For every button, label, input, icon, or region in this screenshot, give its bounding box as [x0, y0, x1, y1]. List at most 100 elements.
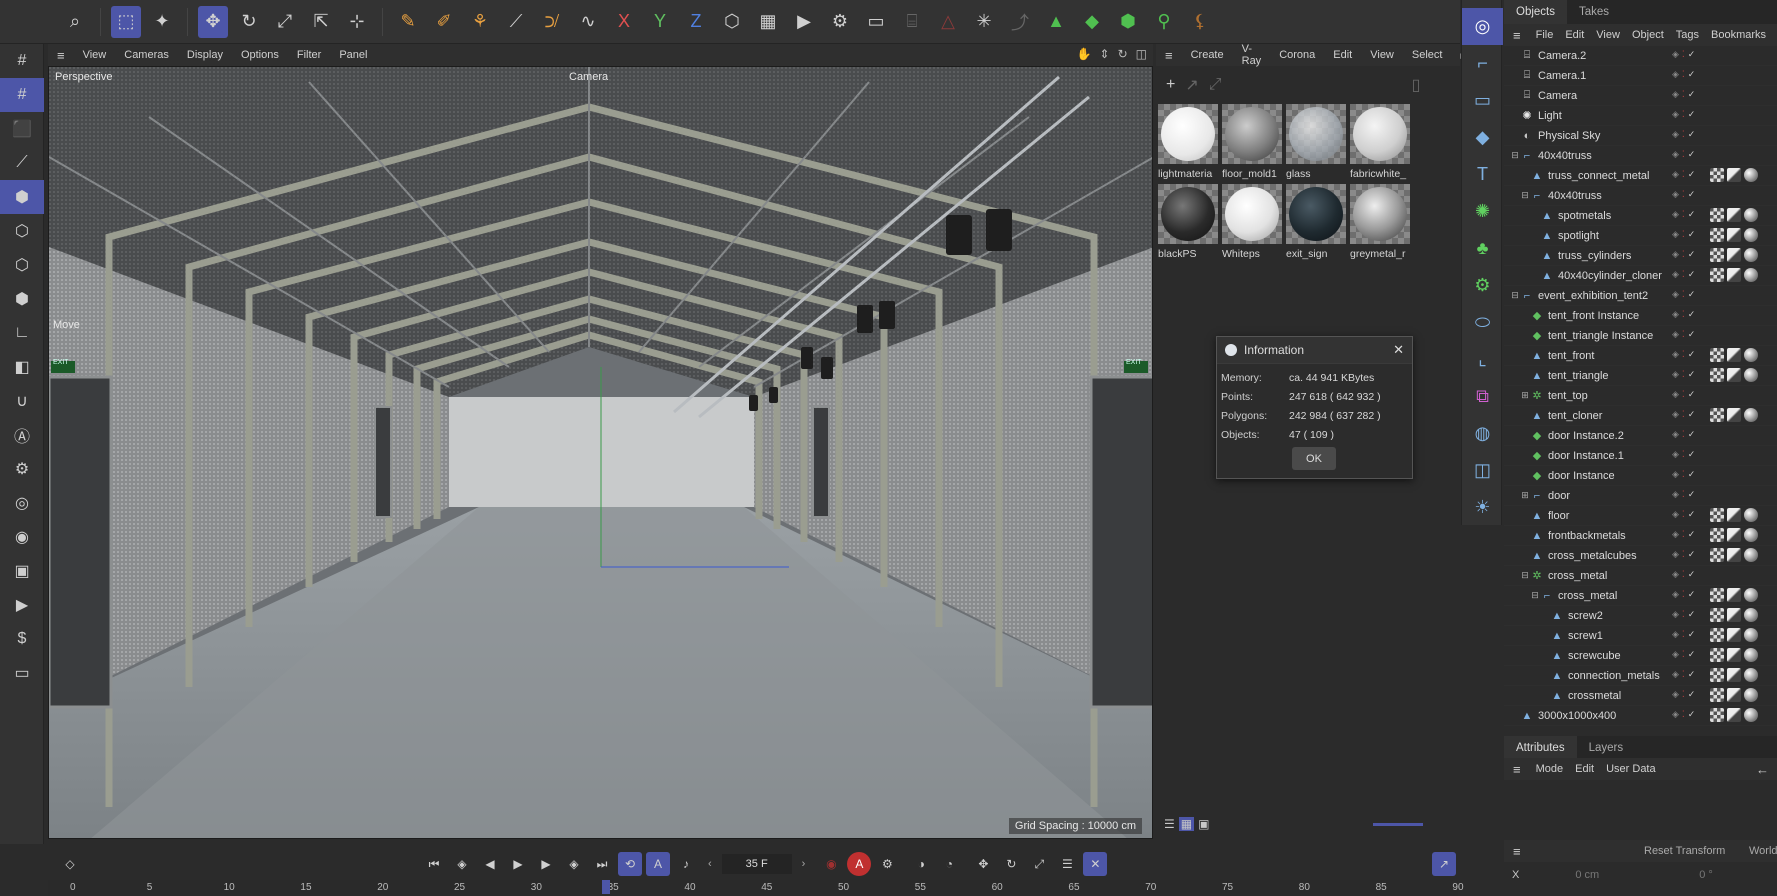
layer-icon[interactable]: ◈	[1672, 529, 1679, 540]
move-key-icon[interactable]: ✥	[971, 852, 995, 876]
enabled-check-icon[interactable]: ✓	[1688, 369, 1696, 380]
material-tag-icon[interactable]	[1744, 528, 1758, 542]
material-tag-icon[interactable]	[1744, 368, 1758, 382]
uvw-tag-icon[interactable]	[1727, 168, 1741, 182]
visibility-dots-icon[interactable]: ⁚	[1682, 709, 1685, 720]
visibility-dots-icon[interactable]: ⁚	[1682, 169, 1685, 180]
layer-icon[interactable]: ◈	[1672, 389, 1679, 400]
enabled-check-icon[interactable]: ✓	[1688, 69, 1696, 80]
joint-icon[interactable]: ⚸	[1185, 6, 1215, 38]
uvw-tag-icon[interactable]	[1727, 368, 1741, 382]
material-tag-icon[interactable]	[1744, 508, 1758, 522]
material-swatch[interactable]: greymetal_r	[1350, 184, 1412, 260]
material-menu-create[interactable]: Create	[1182, 49, 1233, 61]
visibility-flags[interactable]: ◈ ⁚ ✓	[1672, 329, 1695, 340]
rotate-key-icon[interactable]: ↻	[999, 852, 1023, 876]
solo-icon[interactable]: ◧	[0, 350, 44, 384]
attr-menu-user-data[interactable]: User Data	[1600, 763, 1662, 775]
brush-mode-icon[interactable]: ⟋	[0, 146, 44, 180]
object-row[interactable]: ▲ 40x40cylinder_cloner ◈ ⁚ ✓	[1504, 266, 1777, 286]
sketch-icon[interactable]: ✐	[429, 6, 459, 38]
cube-icon[interactable]: ◆	[1462, 119, 1503, 156]
layer-icon[interactable]: ◈	[1672, 149, 1679, 160]
visibility-dots-icon[interactable]: ⁚	[1682, 249, 1685, 260]
layer-icon[interactable]: ◈	[1672, 49, 1679, 60]
snapping-icon[interactable]: ✳	[969, 6, 999, 38]
layer-icon[interactable]: ◈	[1672, 69, 1679, 80]
object-row[interactable]: ▲ truss_cylinders ◈ ⁚ ✓	[1504, 246, 1777, 266]
layer-icon[interactable]: ◈	[1672, 109, 1679, 120]
visibility-flags[interactable]: ◈ ⁚ ✓	[1672, 229, 1695, 240]
visibility-flags[interactable]: ◈ ⁚ ✓	[1672, 189, 1695, 200]
expand-toggle-icon[interactable]: ⊞	[1520, 490, 1530, 501]
object-row[interactable]: ▲ floor ◈ ⁚ ✓	[1504, 506, 1777, 526]
om-menu-view[interactable]: View	[1590, 29, 1626, 41]
rotate-icon[interactable]: ↻	[234, 6, 264, 38]
texture-tag-icon[interactable]	[1710, 368, 1724, 382]
prev-key-icon[interactable]: ◈	[450, 852, 474, 876]
tab-objects[interactable]: Objects	[1504, 0, 1567, 24]
object-row[interactable]: ⊟ ⌐ event_exhibition_tent2 ◈ ⁚ ✓	[1504, 286, 1777, 306]
visibility-flags[interactable]: ◈ ⁚ ✓	[1672, 49, 1695, 60]
sound-icon[interactable]: ♪	[674, 852, 698, 876]
next-key-icon[interactable]: ◈	[562, 852, 586, 876]
material-swatch[interactable]: fabricwhite_	[1350, 104, 1412, 180]
next-frame-icon[interactable]: ▶	[534, 852, 558, 876]
environment-icon[interactable]: ◍	[1462, 415, 1503, 452]
material-tag-icon[interactable]	[1744, 628, 1758, 642]
object-row[interactable]: ▲ tent_front ◈ ⁚ ✓	[1504, 346, 1777, 366]
material-tag-icon[interactable]	[1744, 608, 1758, 622]
layer-icon[interactable]: ◈	[1672, 129, 1679, 140]
tab-layers[interactable]: Layers	[1577, 736, 1636, 760]
visibility-dots-icon[interactable]: ⁚	[1682, 329, 1685, 340]
layer-icon[interactable]: ◈	[1672, 249, 1679, 260]
scene-icon[interactable]: ⧉	[1462, 378, 1503, 415]
material-swatch[interactable]: lightmateria	[1158, 104, 1220, 180]
material-tag-icon[interactable]	[1744, 248, 1758, 262]
layer-icon[interactable]: ◈	[1672, 609, 1679, 620]
layer-icon[interactable]: ◈	[1672, 489, 1679, 500]
uvw-tag-icon[interactable]	[1727, 708, 1741, 722]
object-mode-icon[interactable]: ⬛	[0, 112, 44, 146]
visibility-flags[interactable]: ◈ ⁚ ✓	[1672, 549, 1695, 560]
magnet-icon[interactable]: ∪	[0, 384, 44, 418]
layer-icon[interactable]: ◈	[1672, 469, 1679, 480]
key-settings-icon[interactable]: ⚙	[875, 852, 899, 876]
key-lock-icon[interactable]: ◑	[909, 852, 933, 876]
material-tag-icon[interactable]	[1744, 648, 1758, 662]
visibility-dots-icon[interactable]: ⁚	[1682, 49, 1685, 60]
settings-icon[interactable]: ⚙	[0, 452, 44, 486]
key-tool-icon[interactable]: ◔	[937, 852, 961, 876]
visibility-flags[interactable]: ◈ ⁚ ✓	[1672, 669, 1695, 680]
spline-icon[interactable]: ⚘	[465, 6, 495, 38]
visibility-flags[interactable]: ◈ ⁚ ✓	[1672, 369, 1695, 380]
visibility-flags[interactable]: ◈ ⁚ ✓	[1672, 469, 1695, 480]
enabled-check-icon[interactable]: ✓	[1688, 589, 1696, 600]
hamburger-icon[interactable]: ≡	[1504, 844, 1530, 859]
maximize-icon[interactable]: ◫	[1136, 47, 1147, 61]
visibility-dots-icon[interactable]: ⁚	[1682, 269, 1685, 280]
enabled-check-icon[interactable]: ✓	[1688, 309, 1696, 320]
visibility-flags[interactable]: ◈ ⁚ ✓	[1672, 629, 1695, 640]
render-view-icon[interactable]: ▶	[789, 6, 819, 38]
frame-next-arrow-icon[interactable]: ›	[802, 858, 806, 870]
enabled-check-icon[interactable]: ✓	[1688, 189, 1696, 200]
folder-icon[interactable]: ▭	[0, 656, 44, 690]
attr-menu-mode[interactable]: Mode	[1530, 763, 1570, 775]
enabled-check-icon[interactable]: ✓	[1688, 549, 1696, 560]
visibility-dots-icon[interactable]: ⁚	[1682, 669, 1685, 680]
thumbnail-size-slider[interactable]	[1373, 822, 1424, 826]
texture-tag-icon[interactable]	[1710, 408, 1724, 422]
texture-tag-icon[interactable]	[1710, 628, 1724, 642]
enabled-check-icon[interactable]: ✓	[1688, 629, 1696, 640]
layer-icon[interactable]: ◈	[1672, 349, 1679, 360]
layer-icon[interactable]: ◈	[1672, 449, 1679, 460]
viewport-menu-view[interactable]: View	[74, 49, 116, 61]
animation-mode-icon[interactable]: A	[646, 852, 670, 876]
enabled-check-icon[interactable]: ✓	[1688, 469, 1696, 480]
object-row[interactable]: ▲ screw1 ◈ ⁚ ✓	[1504, 626, 1777, 646]
attr-menu-edit[interactable]: Edit	[1569, 763, 1600, 775]
resize-icon[interactable]: ⤢	[1209, 76, 1222, 94]
camera-tool-icon[interactable]: ◫	[1462, 452, 1503, 489]
expand-toggle-icon[interactable]: ⊞	[1520, 390, 1530, 401]
